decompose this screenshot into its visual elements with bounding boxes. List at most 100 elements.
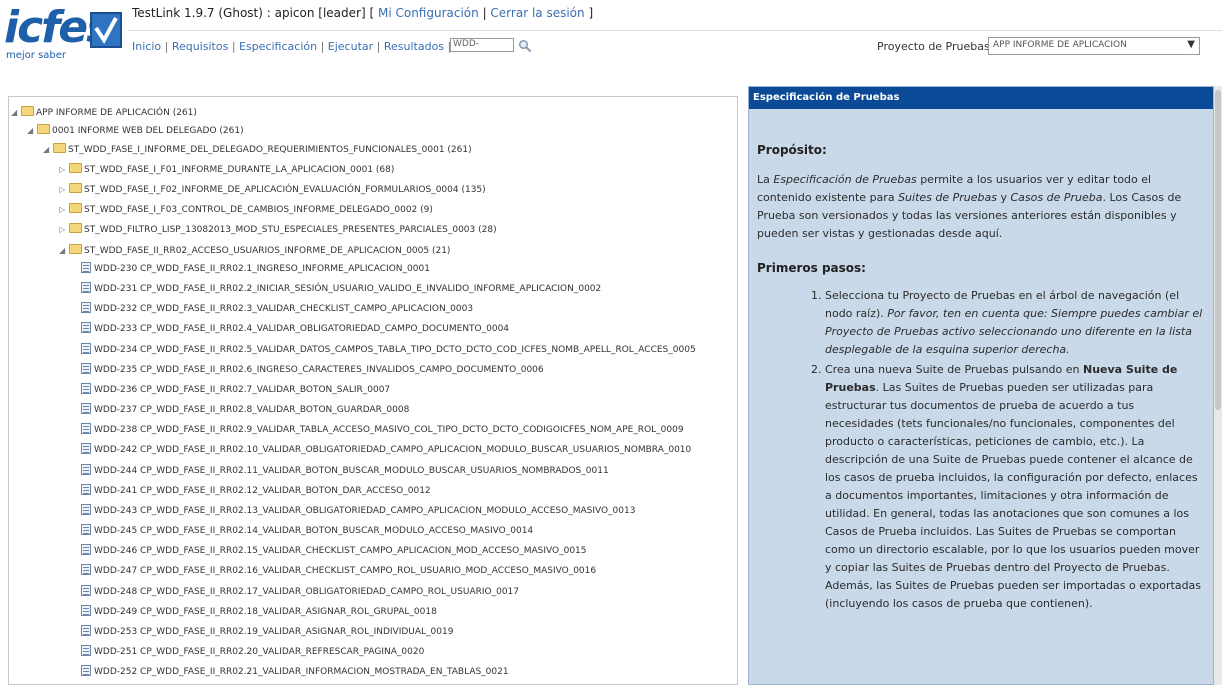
test-case-label: WDD-244 CP_WDD_FASE_II_RR02.11_VALIDAR_B… bbox=[94, 466, 609, 476]
spec-help-panel: Especificación de Pruebas Propósito: La … bbox=[748, 86, 1214, 685]
menu-item-resultados[interactable]: Resultados bbox=[384, 40, 444, 53]
test-case-icon bbox=[81, 464, 91, 475]
tree-node-label: APP INFORME DE APLICACIÓN (261) bbox=[36, 108, 197, 118]
tree-node-label: ST_WDD_FASE_I_INFORME_DEL_DELEGADO_REQUE… bbox=[68, 145, 472, 155]
test-case-row[interactable]: WDD-248 CP_WDD_FASE_II_RR02.17_VALIDAR_O… bbox=[81, 584, 519, 601]
logout-link[interactable]: Cerrar la sesión bbox=[490, 6, 584, 20]
test-case-row[interactable]: WDD-237 CP_WDD_FASE_II_RR02.8_VALIDAR_BO… bbox=[81, 402, 409, 419]
testcase-search-input[interactable]: WDD- bbox=[450, 38, 514, 52]
logo-tagline: mejor saber bbox=[6, 50, 67, 61]
test-case-label: WDD-237 CP_WDD_FASE_II_RR02.8_VALIDAR_BO… bbox=[94, 405, 410, 415]
collapse-icon[interactable]: ◢ bbox=[43, 141, 51, 158]
page-scrollbar-thumb[interactable] bbox=[1215, 90, 1221, 410]
first-step-item: Crea una nueva Suite de Pruebas pulsando… bbox=[825, 361, 1203, 613]
test-case-row[interactable]: WDD-251 CP_WDD_FASE_II_RR02.20_VALIDAR_R… bbox=[81, 644, 424, 661]
spec-help-body: Propósito: La Especificación de Pruebas … bbox=[757, 141, 1203, 615]
test-case-icon bbox=[81, 423, 91, 434]
test-case-icon bbox=[81, 302, 91, 313]
test-case-row[interactable]: WDD-244 CP_WDD_FASE_II_RR02.11_VALIDAR_B… bbox=[81, 463, 609, 480]
icfes-logo[interactable]: icfes mejor saber bbox=[4, 4, 124, 68]
tree-folder[interactable]: ▷ ST_WDD_FASE_I_F03_CONTROL_DE_CAMBIOS_IN… bbox=[59, 201, 433, 218]
test-case-row[interactable]: WDD-231 CP_WDD_FASE_II_RR02.2_INICIAR_SE… bbox=[81, 281, 601, 298]
tree-node-label: ST_WDD_FASE_I_F02_INFORME_DE_APLICACIÓN_… bbox=[84, 185, 486, 195]
test-case-row[interactable]: WDD-236 CP_WDD_FASE_II_RR02.7_VALIDAR_BO… bbox=[81, 382, 390, 399]
menu-item-ejecutar[interactable]: Ejecutar bbox=[328, 40, 373, 53]
test-case-icon bbox=[81, 403, 91, 414]
test-case-row[interactable]: WDD-252 CP_WDD_FASE_II_RR02.21_VALIDAR_I… bbox=[81, 664, 509, 681]
test-case-row[interactable]: WDD-247 CP_WDD_FASE_II_RR02.16_VALIDAR_C… bbox=[81, 563, 596, 580]
purpose-heading: Propósito: bbox=[757, 143, 827, 157]
collapse-icon[interactable]: ◢ bbox=[59, 242, 67, 259]
main-menu: Inicio | Requisitos | Especificación | E… bbox=[132, 40, 451, 53]
top-header: icfes mejor saber TestLink 1.9.7 (Ghost)… bbox=[0, 0, 1222, 72]
test-case-icon bbox=[81, 645, 91, 656]
test-case-icon bbox=[81, 282, 91, 293]
folder-icon bbox=[37, 124, 50, 134]
test-case-row[interactable]: WDD-230 CP_WDD_FASE_II_RR02.1_INGRESO_IN… bbox=[81, 261, 430, 278]
tree-folder-open[interactable]: ◢ ST_WDD_FASE_II_RR02_ACCESO_USUARIOS_INF… bbox=[59, 242, 450, 259]
test-case-icon bbox=[81, 625, 91, 636]
test-case-row[interactable]: WDD-238 CP_WDD_FASE_II_RR02.9_VALIDAR_TA… bbox=[81, 422, 684, 439]
test-case-label: WDD-236 CP_WDD_FASE_II_RR02.7_VALIDAR_BO… bbox=[94, 385, 391, 395]
test-case-row[interactable]: WDD-249 CP_WDD_FASE_II_RR02.18_VALIDAR_A… bbox=[81, 604, 437, 621]
test-case-row[interactable]: WDD-241 CP_WDD_FASE_II_RR02.12_VALIDAR_B… bbox=[81, 483, 431, 500]
logo-check-icon bbox=[90, 12, 122, 48]
my-config-link[interactable]: Mi Configuración bbox=[378, 6, 479, 20]
test-case-row[interactable]: WDD-246 CP_WDD_FASE_II_RR02.15_VALIDAR_C… bbox=[81, 543, 587, 560]
test-case-label: WDD-247 CP_WDD_FASE_II_RR02.16_VALIDAR_C… bbox=[94, 566, 597, 576]
tree-suite[interactable]: ◢ 0001 INFORME WEB DEL DELEGADO (261) bbox=[27, 122, 244, 139]
test-case-label: WDD-248 CP_WDD_FASE_II_RR02.17_VALIDAR_O… bbox=[94, 587, 519, 597]
project-select[interactable]: APP INFORME DE APLICACION ▼ bbox=[988, 37, 1200, 55]
tree-node-label: 0001 INFORME WEB DEL DELEGADO (261) bbox=[52, 126, 244, 136]
test-case-row[interactable]: WDD-234 CP_WDD_FASE_II_RR02.5_VALIDAR_DA… bbox=[81, 342, 696, 359]
test-case-row[interactable]: WDD-232 CP_WDD_FASE_II_RR02.3_VALIDAR_CH… bbox=[81, 301, 473, 318]
test-case-row[interactable]: WDD-243 CP_WDD_FASE_II_RR02.13_VALIDAR_O… bbox=[81, 503, 635, 520]
test-case-row[interactable]: WDD-233 CP_WDD_FASE_II_RR02.4_VALIDAR_OB… bbox=[81, 321, 509, 338]
test-case-label: WDD-230 CP_WDD_FASE_II_RR02.1_INGRESO_IN… bbox=[94, 264, 430, 274]
folder-icon bbox=[69, 203, 82, 213]
test-case-label: WDD-253 CP_WDD_FASE_II_RR02.19_VALIDAR_A… bbox=[94, 627, 454, 637]
menu-item-requisitos[interactable]: Requisitos bbox=[172, 40, 229, 53]
menu-item-inicio[interactable]: Inicio bbox=[132, 40, 161, 53]
search-icon[interactable] bbox=[518, 38, 532, 53]
collapse-icon[interactable]: ◢ bbox=[11, 104, 19, 121]
test-case-icon bbox=[81, 443, 91, 454]
expand-icon[interactable]: ▷ bbox=[59, 201, 67, 218]
tree-root[interactable]: ◢ APP INFORME DE APLICACIÓN (261) bbox=[11, 104, 197, 121]
test-case-label: WDD-232 CP_WDD_FASE_II_RR02.3_VALIDAR_CH… bbox=[94, 304, 474, 314]
collapse-icon[interactable]: ◢ bbox=[27, 122, 35, 139]
test-case-label: WDD-231 CP_WDD_FASE_II_RR02.2_INICIAR_SE… bbox=[94, 284, 602, 294]
test-case-icon bbox=[81, 363, 91, 374]
test-case-icon bbox=[81, 585, 91, 596]
test-case-row[interactable]: WDD-253 CP_WDD_FASE_II_RR02.19_VALIDAR_A… bbox=[81, 624, 453, 641]
test-case-icon bbox=[81, 484, 91, 495]
spec-panel-header: Especificación de Pruebas bbox=[749, 87, 1213, 109]
test-case-label: WDD-251 CP_WDD_FASE_II_RR02.20_VALIDAR_R… bbox=[94, 647, 425, 657]
menu-item-especificacion[interactable]: Especificación bbox=[239, 40, 317, 53]
expand-icon[interactable]: ▷ bbox=[59, 161, 67, 178]
tree-suite[interactable]: ◢ ST_WDD_FASE_I_INFORME_DEL_DELEGADO_REQU… bbox=[43, 141, 472, 158]
tree-node-label: ST_WDD_FILTRO_LISP_13082013_MOD_STU_ESPE… bbox=[84, 225, 497, 235]
folder-icon bbox=[21, 106, 34, 116]
purpose-text: La Especificación de Pruebas permite a l… bbox=[757, 173, 1182, 240]
test-case-label: WDD-233 CP_WDD_FASE_II_RR02.4_VALIDAR_OB… bbox=[94, 324, 510, 334]
tree-node-label: ST_WDD_FASE_I_F01_INFORME_DURANTE_LA_APL… bbox=[84, 165, 395, 175]
test-case-label: WDD-238 CP_WDD_FASE_II_RR02.9_VALIDAR_TA… bbox=[94, 425, 684, 435]
test-case-label: WDD-235 CP_WDD_FASE_II_RR02.6_INGRESO_CA… bbox=[94, 365, 544, 375]
test-case-icon bbox=[81, 504, 91, 515]
test-case-icon bbox=[81, 383, 91, 394]
expand-icon[interactable]: ▷ bbox=[59, 221, 67, 238]
test-case-label: WDD-234 CP_WDD_FASE_II_RR02.5_VALIDAR_DA… bbox=[94, 345, 696, 355]
test-case-row[interactable]: WDD-235 CP_WDD_FASE_II_RR02.6_INGRESO_CA… bbox=[81, 362, 544, 379]
test-case-icon bbox=[81, 343, 91, 354]
test-case-icon bbox=[81, 544, 91, 555]
tree-folder[interactable]: ▷ ST_WDD_FASE_I_F01_INFORME_DURANTE_LA_AP… bbox=[59, 161, 394, 178]
tree-folder[interactable]: ▷ ST_WDD_FILTRO_LISP_13082013_MOD_STU_ESP… bbox=[59, 221, 497, 238]
tree-folder[interactable]: ▷ ST_WDD_FASE_I_F02_INFORME_DE_APLICACIÓN… bbox=[59, 181, 486, 198]
header-divider bbox=[128, 30, 1222, 31]
test-case-row[interactable]: WDD-245 CP_WDD_FASE_II_RR02.14_VALIDAR_B… bbox=[81, 523, 533, 540]
tree-node-label: ST_WDD_FASE_I_F03_CONTROL_DE_CAMBIOS_INF… bbox=[84, 205, 433, 215]
expand-icon[interactable]: ▷ bbox=[59, 181, 67, 198]
test-case-label: WDD-246 CP_WDD_FASE_II_RR02.15_VALIDAR_C… bbox=[94, 546, 587, 556]
test-case-row[interactable]: WDD-242 CP_WDD_FASE_II_RR02.10_VALIDAR_O… bbox=[81, 442, 691, 459]
